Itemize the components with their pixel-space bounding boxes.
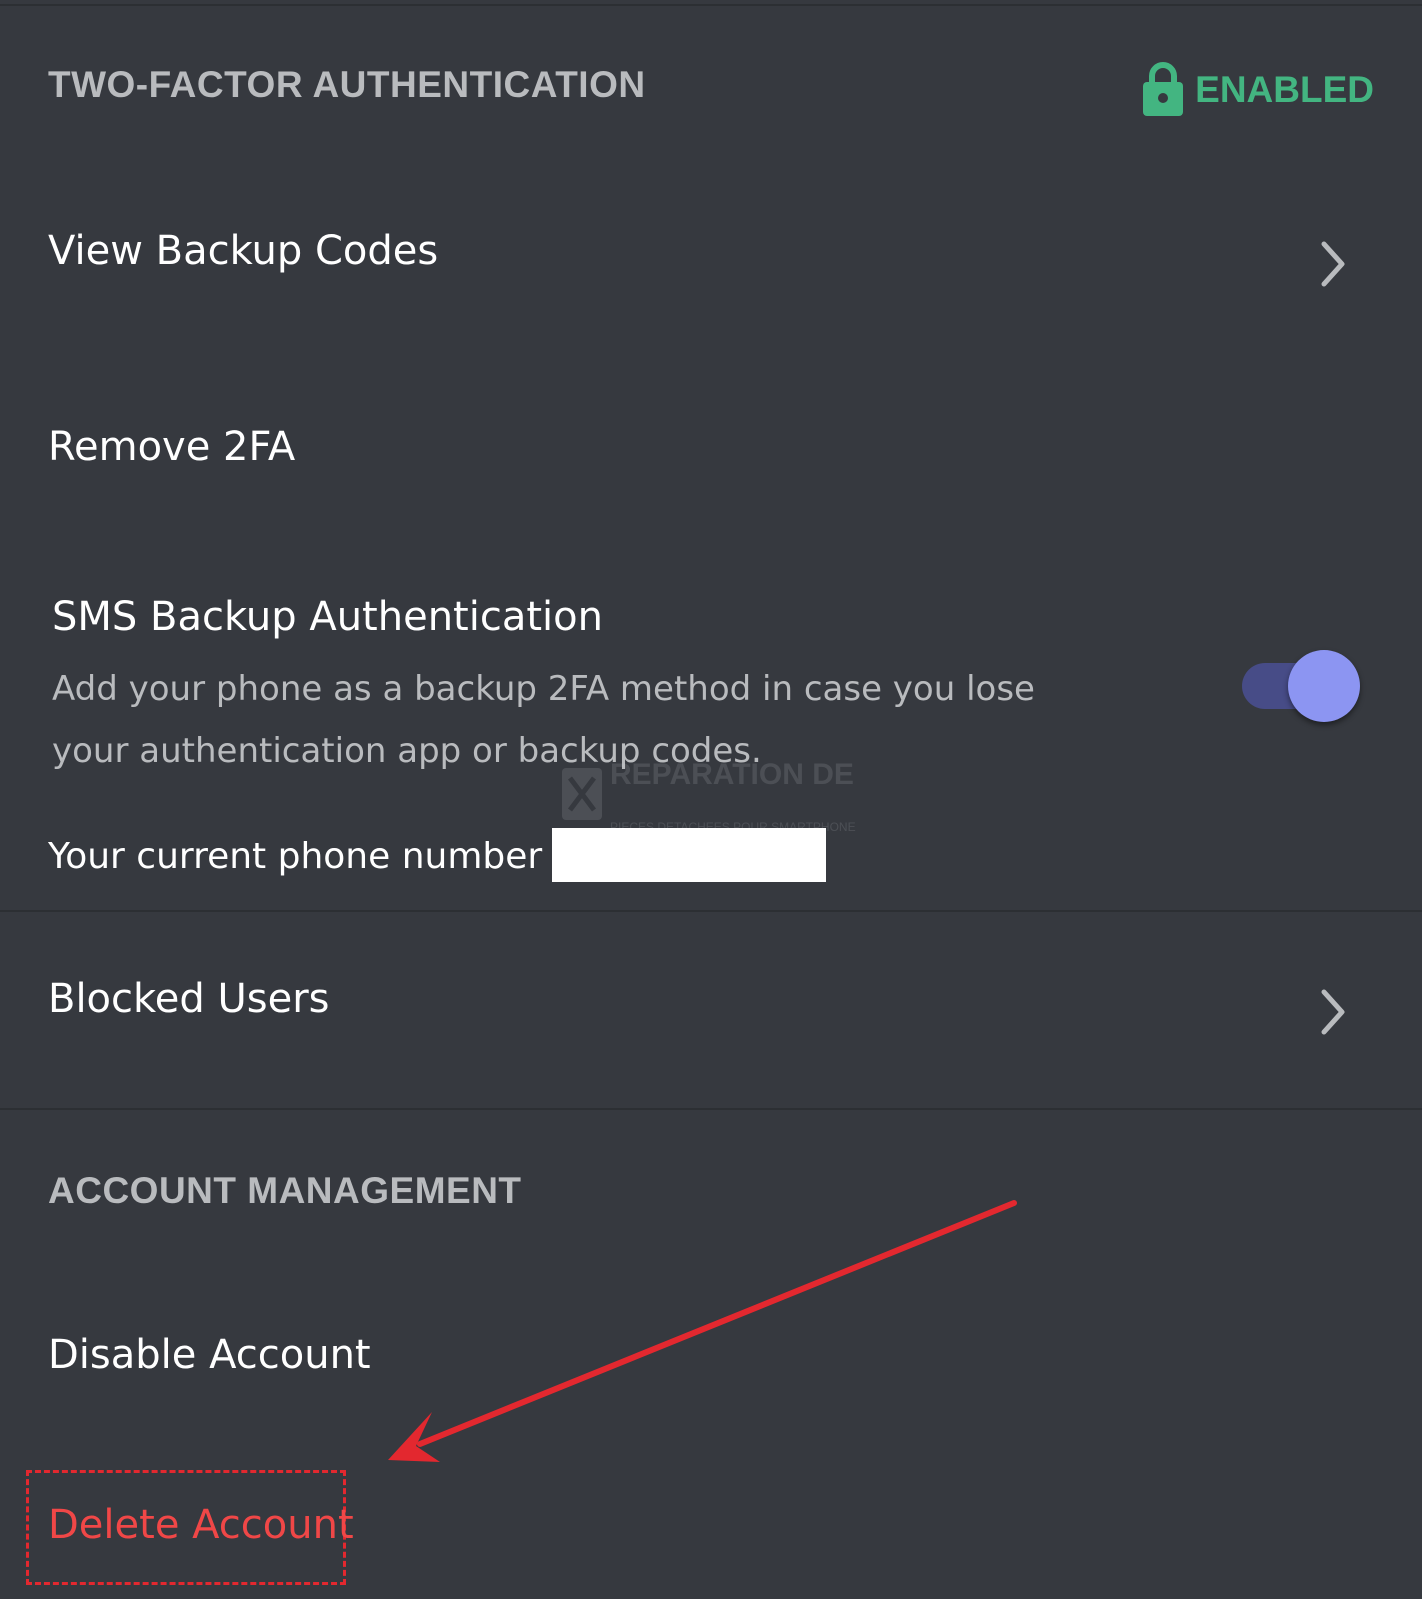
blocked-users-button[interactable]: Blocked Users [48,976,329,1022]
enabled-status-label: ENABLED [1195,69,1374,110]
disable-account-button[interactable]: Disable Account [48,1332,371,1378]
divider [0,910,1422,912]
watermark: REPARATION DE PIECES DETACHEES POUR SMAR… [560,758,856,834]
top-divider [0,4,1422,6]
watermark-line1: REPARATION DE [610,758,854,791]
phone-number-redaction [552,828,826,882]
enabled-badge: ENABLED [1141,60,1374,120]
divider [0,1108,1422,1110]
lock-icon [1141,60,1185,120]
wrench-icon [560,764,604,829]
account-management-header: ACCOUNT MANAGEMENT [48,1170,522,1211]
toggle-knob [1288,650,1360,722]
view-backup-codes-button[interactable]: View Backup Codes [48,228,438,274]
sms-backup-title: SMS Backup Authentication [52,594,603,640]
chevron-right-icon[interactable] [1312,236,1356,292]
chevron-right-icon[interactable] [1312,984,1356,1040]
two-factor-header: TWO-FACTOR AUTHENTICATION [48,64,646,105]
remove-2fa-button[interactable]: Remove 2FA [48,424,295,470]
delete-account-button[interactable]: Delete Account [48,1502,354,1548]
phone-number-label: Your current phone number is: [48,836,595,877]
sms-backup-toggle[interactable] [1242,650,1362,722]
